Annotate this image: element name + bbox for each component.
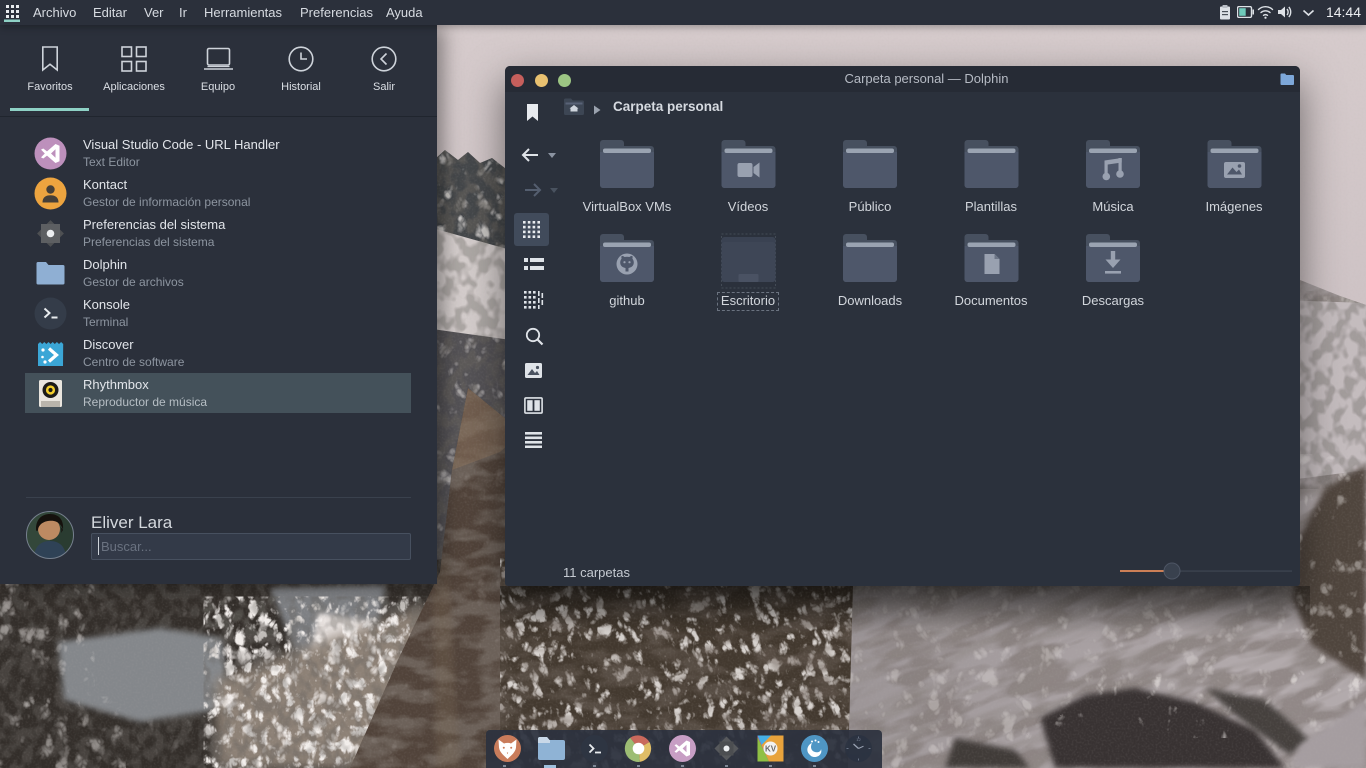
svg-text:KV: KV <box>765 745 777 754</box>
svg-text:12: 12 <box>856 737 861 742</box>
